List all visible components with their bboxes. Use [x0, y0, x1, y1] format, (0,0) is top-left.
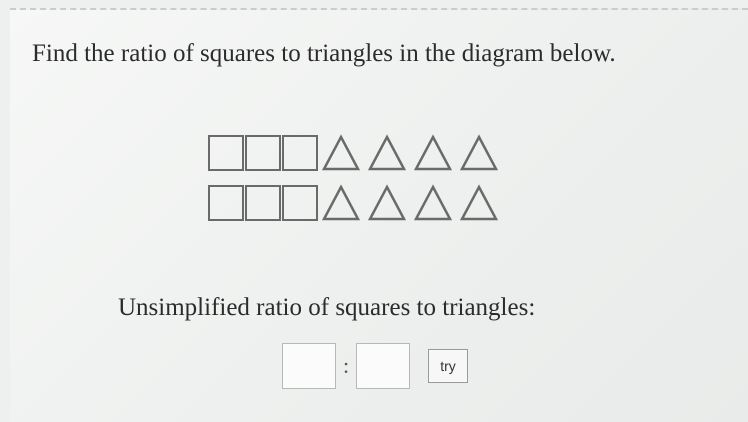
shape-row-1 — [208, 130, 568, 176]
triangle-icon — [459, 134, 499, 172]
ratio-separator: : — [342, 353, 350, 378]
shape-diagram — [208, 130, 568, 230]
squares-answer-input[interactable] — [282, 343, 336, 389]
try-button[interactable]: try — [428, 349, 468, 383]
triangle-icon — [321, 184, 361, 222]
triangle-icon — [413, 134, 453, 172]
ratio-prompt: Unsimplified ratio of squares to triangl… — [118, 294, 536, 321]
answer-row: : try — [282, 343, 468, 389]
square-icon — [208, 185, 244, 221]
triangle-icon — [321, 134, 361, 172]
triangle-icon — [367, 134, 407, 172]
question-text: Find the ratio of squares to triangles i… — [32, 40, 616, 67]
square-icon — [245, 185, 281, 221]
triangle-icon — [367, 184, 407, 222]
square-icon — [245, 135, 281, 171]
square-icon — [282, 135, 318, 171]
triangles-answer-input[interactable] — [356, 343, 410, 389]
question-panel: Find the ratio of squares to triangles i… — [10, 8, 748, 422]
square-icon — [282, 185, 318, 221]
square-icon — [208, 135, 244, 171]
triangle-icon — [459, 184, 499, 222]
triangle-icon — [413, 184, 453, 222]
shape-row-2 — [208, 180, 568, 226]
